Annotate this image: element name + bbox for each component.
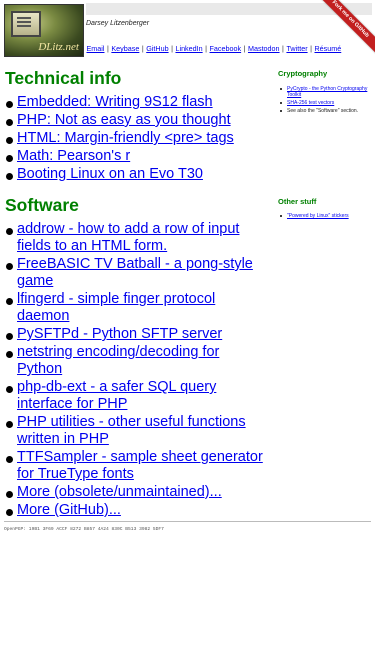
logo-brand-text: DLitz.net [38,41,79,53]
list-item: PySFTPd - Python SFTP server [5,326,267,343]
software-heading: Software [5,195,79,215]
sw-link-more-github[interactable]: More (GitHub)... [17,502,121,518]
terminal-icon [11,11,41,37]
list-item: See also the "Software" section. [278,108,372,114]
sw-link-php-utilities[interactable]: PHP utilities - other useful functions w… [17,414,246,447]
list-item: SHA-256 test vectors [278,100,372,106]
list-item: PHP utilities - other useful functions w… [5,414,267,448]
sw-link-pysftpd[interactable]: PySFTPd - Python SFTP server [17,326,222,342]
tech-link-evo[interactable]: Booting Linux on an Evo T30 [17,166,203,182]
footer-divider [4,521,371,522]
list-item: lfingerd - simple finger protocol daemon [5,291,267,325]
sw-link-php-db-ext[interactable]: php-db-ext - a safer SQL query interface… [17,379,216,412]
sw-link-netstring[interactable]: netstring encoding/decoding for Python [17,344,219,377]
side-link-stickers[interactable]: "Powered by Linux" stickers [287,213,349,219]
tech-link-9s12[interactable]: Embedded: Writing 9S12 flash [17,94,213,110]
tech-link-pre[interactable]: HTML: Margin-friendly <pre> tags [17,130,234,146]
sw-link-lfingerd[interactable]: lfingerd - simple finger protocol daemon [17,291,215,324]
crypto-list: PyCrypto - the Python Cryptography Toolk… [278,86,372,116]
tech-link-php[interactable]: PHP: Not as easy as you thought [17,112,231,128]
technical-heading: Technical info [5,68,122,88]
sw-link-batball[interactable]: FreeBASIC TV Batball - a pong-style game [17,256,253,289]
openpgp-fingerprint: OpenPGP: 19B1 3F69 ACCF 8272 B857 4A24 8… [4,527,164,532]
sw-link-more-obsolete[interactable]: More (obsolete/unmaintained)... [17,484,222,500]
link-twitter[interactable]: Twitter [286,44,307,53]
tech-link-pearson[interactable]: Math: Pearson's r [17,148,130,164]
list-item: Booting Linux on an Evo T30 [5,166,267,183]
sw-link-addrow[interactable]: addrow - how to add a row of input field… [17,221,239,254]
technical-list: Embedded: Writing 9S12 flash PHP: Not as… [5,94,267,184]
list-item: Embedded: Writing 9S12 flash [5,94,267,111]
other-list: "Powered by Linux" stickers [278,213,372,221]
list-item: More (obsolete/unmaintained)... [5,484,267,501]
link-github[interactable]: GitHub [146,44,168,53]
list-item: PHP: Not as easy as you thought [5,112,267,129]
list-item: addrow - how to add a row of input field… [5,221,267,255]
list-item: "Powered by Linux" stickers [278,213,372,219]
link-keybase[interactable]: Keybase [111,44,139,53]
link-facebook[interactable]: Facebook [210,44,242,53]
list-item: php-db-ext - a safer SQL query interface… [5,379,267,413]
sw-link-ttfsampler[interactable]: TTFSampler - sample sheet generator for … [17,449,263,482]
list-item: More (GitHub)... [5,502,267,519]
list-item: HTML: Margin-friendly <pre> tags [5,130,267,147]
other-heading: Other stuff [278,197,317,206]
side-link-pycrypto[interactable]: PyCrypto - the Python Cryptography Toolk… [287,86,367,98]
social-links: Email | Keybase | GitHub | LinkedIn | Fa… [86,44,342,53]
crypto-heading: Cryptography [278,69,328,78]
author-name: Darsey Litzenberger [86,20,150,27]
site-logo[interactable]: DLitz.net [4,4,84,57]
list-item: netstring encoding/decoding for Python [5,344,267,378]
github-ribbon-label[interactable]: Fork me on GitHub [317,0,375,56]
list-item: PyCrypto - the Python Cryptography Toolk… [278,86,372,98]
list-item: Math: Pearson's r [5,148,267,165]
link-linkedin[interactable]: LinkedIn [175,44,202,53]
github-ribbon[interactable]: Fork me on GitHub [317,0,375,58]
list-item: FreeBASIC TV Batball - a pong-style game [5,256,267,290]
side-link-sha256[interactable]: SHA-256 test vectors [287,100,334,106]
list-item: TTFSampler - sample sheet generator for … [5,449,267,483]
software-list: addrow - how to add a row of input field… [5,221,267,520]
link-mastodon[interactable]: Mastodon [248,44,280,53]
side-note: See also the "Software" section. [287,108,359,114]
link-email[interactable]: Email [87,44,105,53]
